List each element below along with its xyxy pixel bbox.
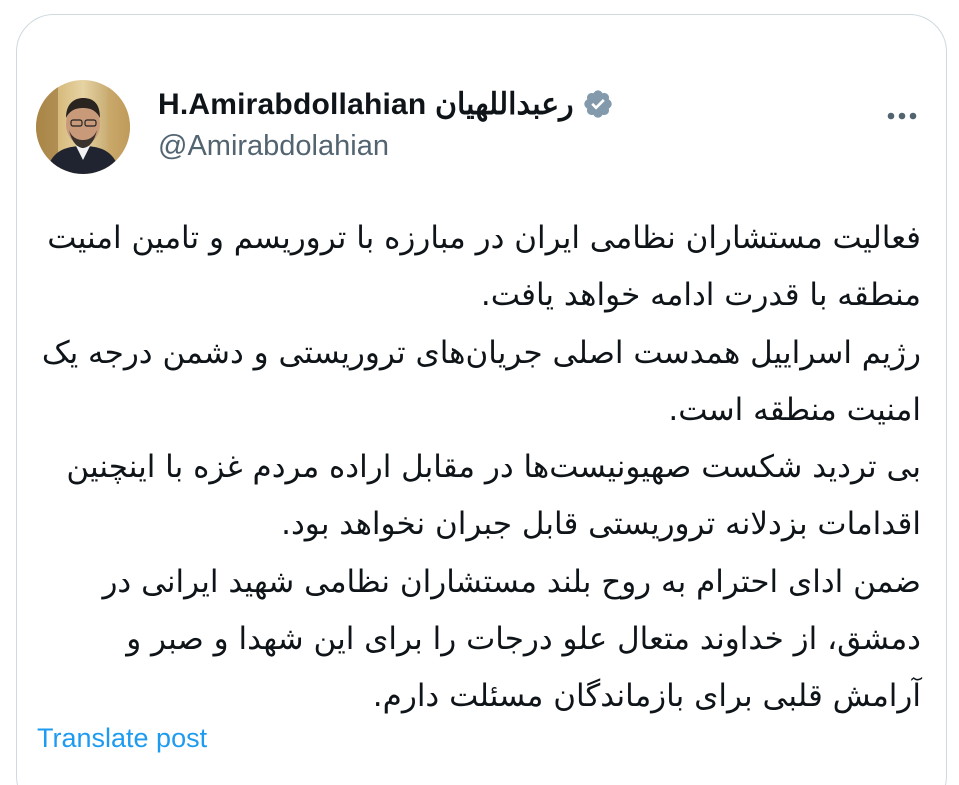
more-options-button[interactable] xyxy=(880,100,924,132)
avatar[interactable] xyxy=(36,80,130,174)
verified-badge-icon xyxy=(582,88,614,120)
author-handle[interactable]: @Amirabdolahian xyxy=(158,130,389,163)
author-name-row[interactable]: H.Amirabdollahian رعبداللهیان xyxy=(158,84,614,124)
display-name[interactable]: H.Amirabdollahian رعبداللهیان xyxy=(158,87,574,122)
tweet-text: فعالیت مستشاران نظامی ایران در مبارزه با… xyxy=(41,220,921,715)
translate-post-link[interactable]: Translate post xyxy=(37,723,207,754)
more-horizontal-icon xyxy=(887,112,917,120)
